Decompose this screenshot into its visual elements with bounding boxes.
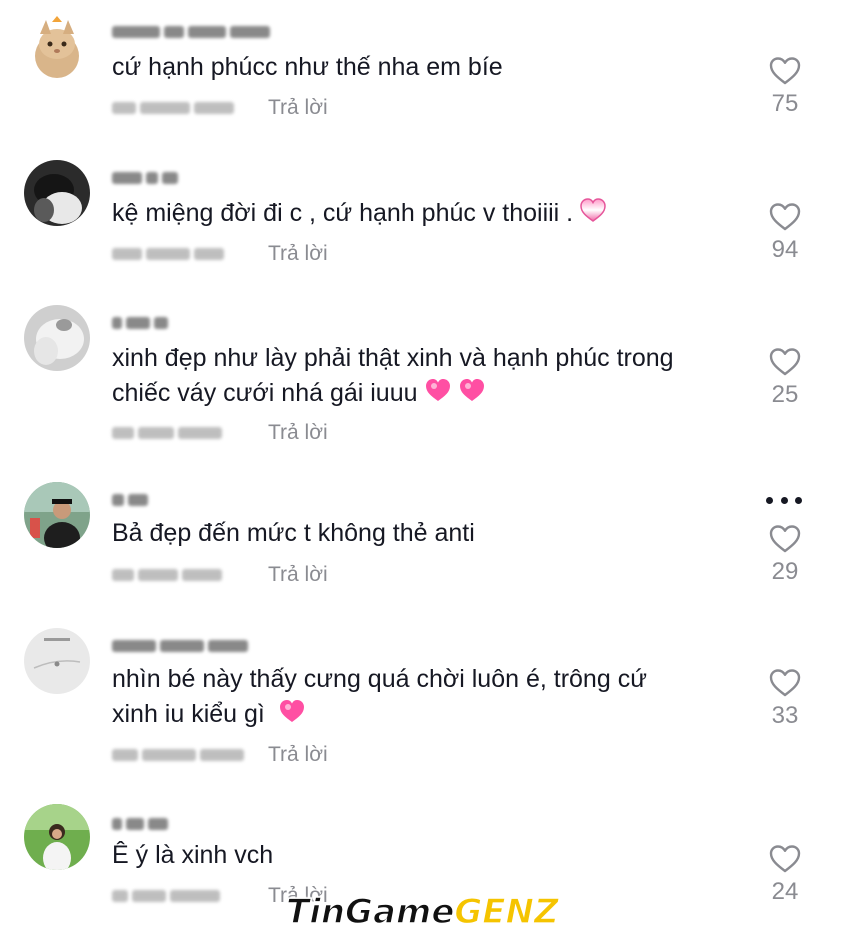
heart-outline-icon bbox=[769, 845, 801, 873]
reply-button[interactable]: Trả lời bbox=[268, 743, 328, 767]
like-count: 33 bbox=[771, 702, 799, 729]
date-blurred bbox=[112, 749, 262, 761]
like-count: 25 bbox=[771, 381, 799, 408]
reply-button[interactable]: Trả lời bbox=[268, 421, 328, 445]
more-dots-icon bbox=[766, 496, 773, 504]
like-button[interactable]: 94 bbox=[768, 202, 802, 264]
username-blurred[interactable] bbox=[112, 814, 168, 834]
avatar[interactable] bbox=[24, 628, 90, 694]
watermark-logo: TinGame GENZ bbox=[285, 888, 559, 936]
photo-avatar-icon bbox=[24, 628, 90, 694]
comment-meta: Trả lời bbox=[112, 741, 328, 769]
username-blurred[interactable] bbox=[112, 22, 270, 42]
like-button[interactable]: 33 bbox=[768, 668, 802, 730]
heart-outline-icon bbox=[769, 57, 801, 85]
like-count: 24 bbox=[771, 878, 799, 905]
like-button[interactable]: 29 bbox=[768, 524, 802, 586]
username-blurred[interactable] bbox=[112, 636, 248, 656]
like-button[interactable]: 25 bbox=[768, 347, 802, 409]
comment-text: cứ hạnh phúcc như thế nha em bíe bbox=[112, 53, 503, 81]
like-count: 75 bbox=[771, 90, 799, 117]
reply-button[interactable]: Trả lời bbox=[268, 96, 328, 120]
cat-avatar-icon bbox=[24, 14, 90, 80]
like-button[interactable]: 24 bbox=[768, 844, 802, 906]
username-blurred[interactable] bbox=[112, 168, 178, 188]
photo-avatar-icon bbox=[24, 160, 90, 226]
watermark-part1: TinGame bbox=[285, 891, 455, 933]
comment-meta: Trả lời bbox=[112, 561, 328, 589]
pink-heart-icon bbox=[579, 197, 607, 233]
comment-text: Bả đẹp đến mức t không thẻ anti bbox=[112, 519, 475, 547]
username-blurred[interactable] bbox=[112, 313, 168, 333]
comment-text: xinh đẹp như lày phải thật xinh và hạnh … bbox=[112, 341, 732, 413]
more-options-button[interactable] bbox=[766, 494, 802, 506]
avatar[interactable] bbox=[24, 482, 90, 548]
heart-outline-icon bbox=[769, 525, 801, 553]
like-button[interactable]: 75 bbox=[768, 56, 802, 118]
photo-avatar-icon bbox=[24, 305, 90, 371]
comment-meta: Trả lời bbox=[112, 240, 328, 268]
avatar[interactable] bbox=[24, 305, 90, 371]
comment-meta: Trả lời bbox=[112, 94, 328, 122]
comment-text: nhìn bé này thấy cưng quá chời luôn é, t… bbox=[112, 662, 732, 734]
comment-text: Ê ý là xinh vch bbox=[112, 841, 274, 869]
sparkling-heart-icon bbox=[458, 377, 486, 413]
comment-text: kệ miệng đời đi c , cứ hạnh phúc v thoii… bbox=[112, 196, 732, 233]
reply-button[interactable]: Trả lời bbox=[268, 242, 328, 266]
date-blurred bbox=[112, 569, 262, 581]
like-count: 29 bbox=[771, 558, 799, 585]
date-blurred bbox=[112, 427, 262, 439]
sparkling-heart-icon bbox=[424, 377, 452, 413]
watermark-part2: GENZ bbox=[454, 891, 559, 932]
avatar[interactable] bbox=[24, 14, 90, 80]
like-count: 94 bbox=[771, 236, 799, 263]
heart-outline-icon bbox=[769, 203, 801, 231]
avatar[interactable] bbox=[24, 804, 90, 870]
date-blurred bbox=[112, 890, 262, 902]
date-blurred bbox=[112, 248, 262, 260]
comment-meta: Trả lời bbox=[112, 419, 328, 447]
username-blurred[interactable] bbox=[112, 490, 148, 510]
heart-outline-icon bbox=[769, 348, 801, 376]
heart-outline-icon bbox=[769, 669, 801, 697]
photo-avatar-icon bbox=[24, 804, 90, 870]
reply-button[interactable]: Trả lời bbox=[268, 563, 328, 587]
date-blurred bbox=[112, 102, 262, 114]
sparkling-heart-icon bbox=[278, 698, 306, 734]
avatar[interactable] bbox=[24, 160, 90, 226]
photo-avatar-icon bbox=[24, 482, 90, 548]
